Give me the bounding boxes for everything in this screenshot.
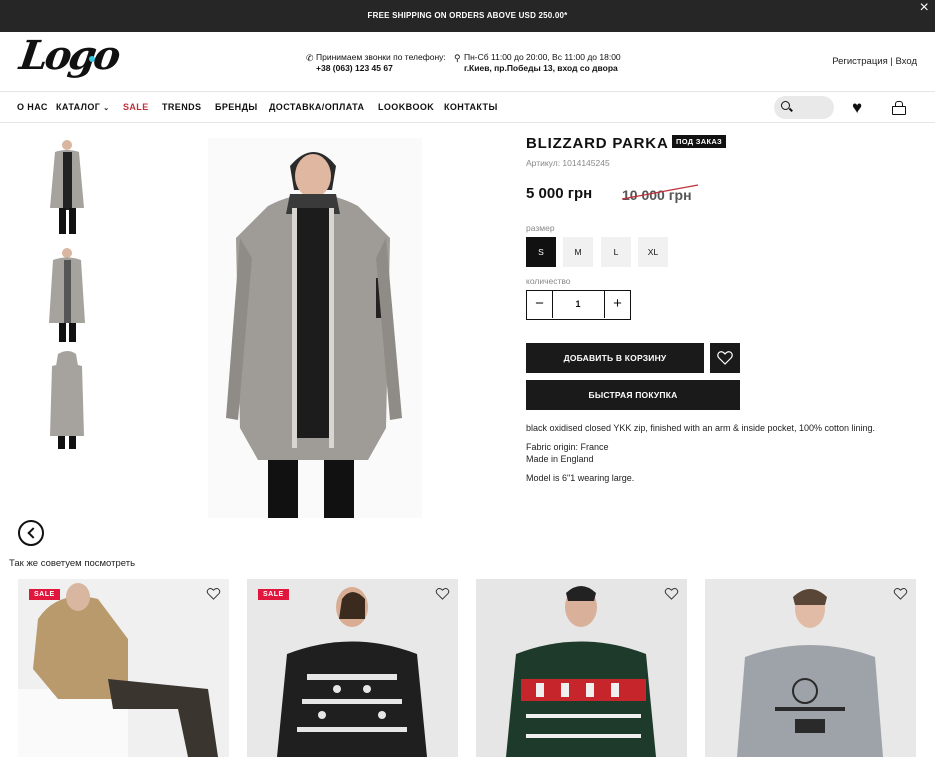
phone-number[interactable]: +38 (063) 123 45 67: [316, 63, 446, 74]
recommended-product-card-4[interactable]: [705, 579, 916, 757]
register-link[interactable]: Регистрация: [832, 56, 888, 67]
quantity-input[interactable]: 1: [554, 291, 602, 318]
made-in: Made in England: [526, 454, 594, 464]
quantity-increase-button[interactable]: +: [604, 291, 630, 318]
quantity-stepper: − 1 +: [526, 290, 631, 320]
phone-block: ✆ Принимаем звонки по телефону: +38 (063…: [306, 52, 446, 74]
product-title: BLIZZARD PARKA: [526, 135, 669, 152]
fabric-origin: Fabric origin: France: [526, 442, 609, 452]
search-input[interactable]: [774, 96, 834, 119]
logo-dot: [89, 56, 95, 62]
recommendations-title: Так же советуем посмотреть: [9, 558, 136, 569]
recommended-product-card-3[interactable]: [476, 579, 687, 757]
size-option-m[interactable]: M: [563, 237, 593, 267]
heart-outline-icon[interactable]: [893, 586, 908, 601]
product-thumbnail-2[interactable]: [40, 243, 95, 343]
product-image-2: [247, 579, 458, 757]
nav-sale[interactable]: SALE: [123, 102, 149, 112]
product-thumbnail-1[interactable]: [40, 136, 95, 236]
auth-separator: |: [890, 56, 893, 67]
phone-icon: ✆: [306, 53, 314, 63]
nav-lookbook[interactable]: LOOKBOOK: [378, 102, 434, 112]
cart-bag-icon[interactable]: [892, 101, 906, 115]
quantity-label: количество: [526, 276, 571, 286]
close-icon[interactable]: ×: [919, 0, 929, 16]
login-link[interactable]: Вход: [896, 56, 918, 67]
size-option-l[interactable]: L: [601, 237, 631, 267]
nav-contacts[interactable]: КОНТАКТЫ: [444, 102, 498, 112]
nav-catalog-label: КАТАЛОГ: [56, 102, 101, 112]
product-main-image: [208, 138, 422, 518]
preorder-badge: ПОД ЗАКАЗ: [672, 135, 727, 148]
nav-catalog[interactable]: КАТАЛОГ ⌄: [56, 102, 109, 112]
auth-links: Регистрация | Вход: [832, 56, 917, 67]
nav-about[interactable]: О НАС: [17, 102, 48, 112]
size-label: размер: [526, 223, 555, 233]
heart-outline-icon[interactable]: [664, 586, 679, 601]
size-option-s[interactable]: S: [526, 237, 556, 267]
main-nav: О НАС КАТАЛОГ ⌄ SALE TRENDS БРЕНДЫ ДОСТА…: [0, 93, 935, 123]
heart-outline-icon[interactable]: [435, 586, 450, 601]
logo[interactable]: Logo: [17, 32, 121, 79]
heart-outline-icon: [717, 351, 733, 365]
product-image-1: [18, 579, 229, 757]
announcement-text: FREE SHIPPING ON ORDERS ABOVE USD 250.00…: [367, 11, 568, 20]
add-to-wishlist-button[interactable]: [710, 343, 740, 373]
address-block: ⚲ Пн-Сб 11:00 до 20:00, Вс 11:00 до 18:0…: [454, 52, 621, 74]
working-hours: Пн-Сб 11:00 до 20:00, Вс 11:00 до 18:00: [464, 52, 621, 62]
add-to-cart-button[interactable]: ДОБАВИТЬ В КОРЗИНУ: [526, 343, 704, 373]
old-price-strike-line: [621, 184, 699, 200]
sale-badge: SALE: [258, 589, 289, 600]
back-arrow-button[interactable]: [18, 520, 44, 546]
nav-delivery[interactable]: ДОСТАВКА/ОПЛАТА: [269, 102, 364, 112]
phone-label: Принимаем звонки по телефону:: [316, 52, 446, 62]
quantity-decrease-button[interactable]: −: [527, 291, 553, 318]
quick-buy-button[interactable]: БЫСТРАЯ ПОКУПКА: [526, 380, 740, 410]
nav-brands[interactable]: БРЕНДЫ: [215, 102, 258, 112]
announcement-bar: FREE SHIPPING ON ORDERS ABOVE USD 250.00…: [0, 0, 935, 32]
product-sku: Артикул: 1014145245: [526, 158, 610, 168]
product-image-4: [705, 579, 916, 757]
nav-trends[interactable]: TRENDS: [162, 102, 201, 112]
location-pin-icon: ⚲: [454, 53, 461, 63]
recommended-product-card-1[interactable]: SALE: [18, 579, 229, 757]
product-price: 5 000 грн: [526, 185, 593, 202]
address: г.Киев, пр.Победы 13, вход со двора: [464, 63, 618, 73]
recommended-product-card-2[interactable]: SALE: [247, 579, 458, 757]
product-image-3: [476, 579, 687, 757]
chevron-down-icon: ⌄: [103, 105, 110, 112]
product-description: black oxidised closed YKK zip, finished …: [526, 423, 876, 433]
search-icon: [781, 101, 790, 110]
sale-badge: SALE: [29, 589, 60, 600]
product-thumbnail-3[interactable]: [40, 350, 95, 450]
size-option-xl[interactable]: XL: [638, 237, 668, 267]
site-header: Logo ✆ Принимаем звонки по телефону: +38…: [0, 32, 935, 92]
wishlist-heart-icon[interactable]: ♥: [852, 99, 862, 116]
model-info: Model is 6"1 wearing large.: [526, 473, 635, 483]
heart-outline-icon[interactable]: [206, 586, 221, 601]
